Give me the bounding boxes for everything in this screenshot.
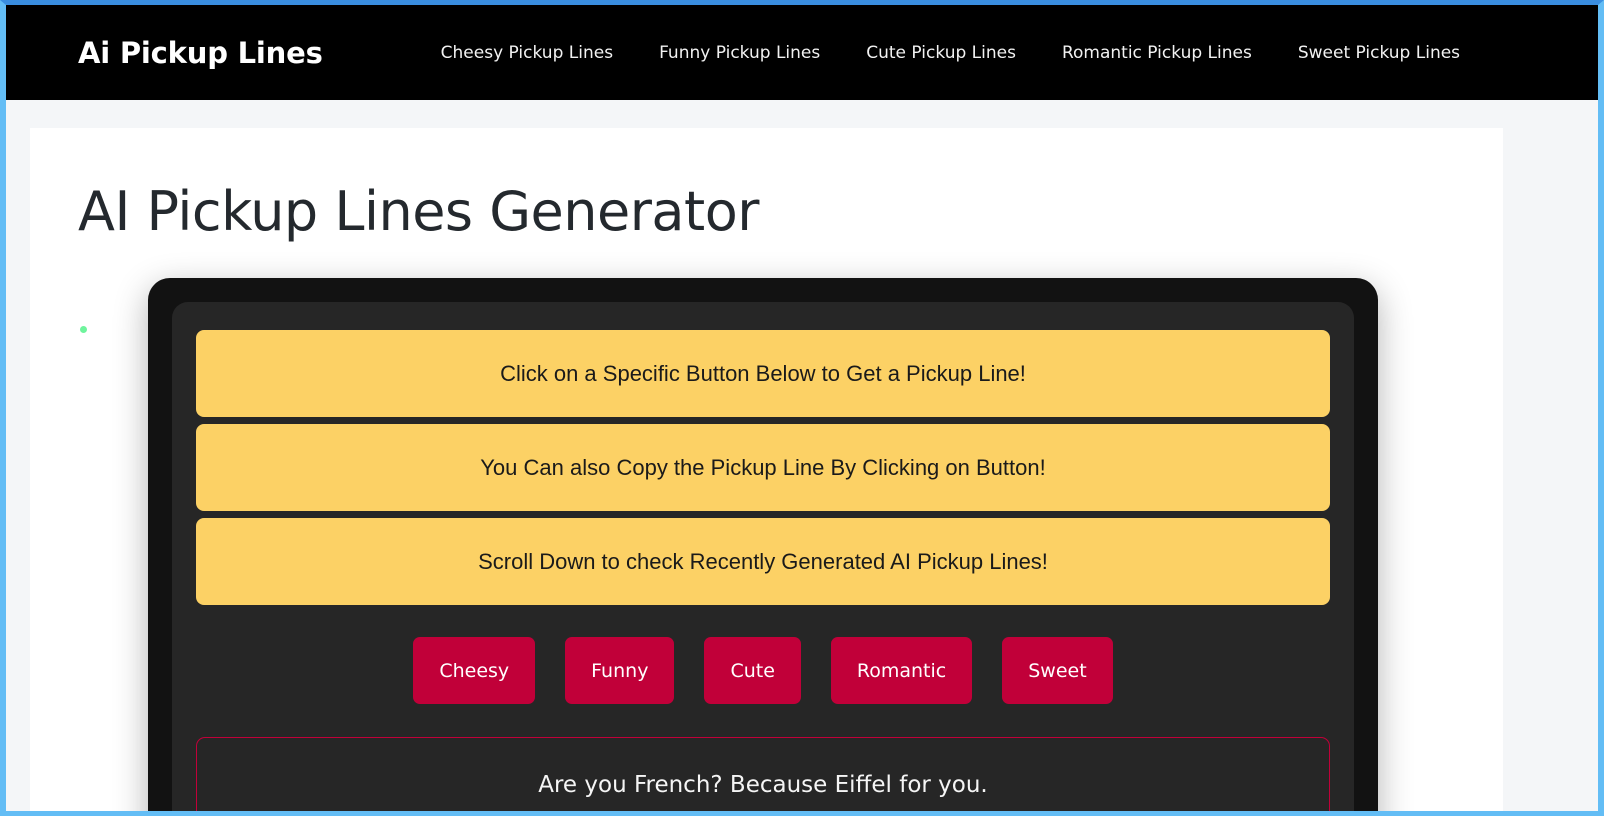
page-body: AI Pickup Lines Generator Click on a Spe… (6, 100, 1598, 811)
content-card: AI Pickup Lines Generator Click on a Spe… (30, 128, 1503, 811)
generator-inner-panel: Click on a Specific Button Below to Get … (172, 302, 1354, 811)
category-button-funny[interactable]: Funny (565, 637, 675, 704)
bullet-dot-icon (80, 326, 87, 333)
category-button-row: Cheesy Funny Cute Romantic Sweet (196, 637, 1330, 704)
brand-logo[interactable]: Ai Pickup Lines (78, 36, 323, 70)
site-header: Ai Pickup Lines Cheesy Pickup Lines Funn… (6, 5, 1598, 100)
nav-link-cute-pickup-lines[interactable]: Cute Pickup Lines (866, 37, 1016, 69)
category-button-romantic[interactable]: Romantic (830, 637, 973, 704)
nav-link-romantic-pickup-lines[interactable]: Romantic Pickup Lines (1062, 37, 1252, 69)
info-banner-click-button: Click on a Specific Button Below to Get … (196, 330, 1330, 417)
list-item-bullet (74, 320, 114, 340)
category-button-cute[interactable]: Cute (704, 637, 801, 704)
nav-link-sweet-pickup-lines[interactable]: Sweet Pickup Lines (1298, 37, 1460, 69)
info-banner-copy-line: You Can also Copy the Pickup Line By Cli… (196, 424, 1330, 511)
info-banner-scroll-down: Scroll Down to check Recently Generated … (196, 518, 1330, 605)
nav-link-cheesy-pickup-lines[interactable]: Cheesy Pickup Lines (441, 37, 613, 69)
category-button-cheesy[interactable]: Cheesy (413, 637, 536, 704)
main-navigation: Cheesy Pickup Lines Funny Pickup Lines C… (441, 37, 1460, 69)
category-button-sweet[interactable]: Sweet (1002, 637, 1113, 704)
pickup-line-generator: Click on a Specific Button Below to Get … (148, 278, 1378, 811)
browser-viewport: Ai Pickup Lines Cheesy Pickup Lines Funn… (0, 0, 1604, 816)
nav-link-funny-pickup-lines[interactable]: Funny Pickup Lines (659, 37, 820, 69)
page-title: AI Pickup Lines Generator (78, 180, 759, 243)
generated-pickup-line: Are you French? Because Eiffel for you. (196, 737, 1330, 811)
